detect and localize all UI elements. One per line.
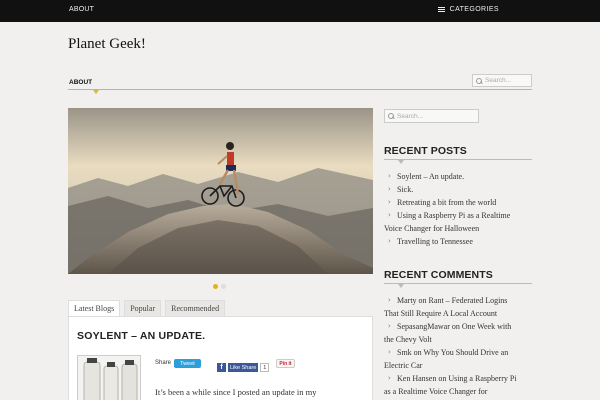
tweet-button[interactable]: Tweet	[174, 359, 201, 368]
recent-post-link[interactable]: › Travelling to Tennessee	[384, 235, 532, 248]
post-tabs: Latest Blogs Popular Recommended	[68, 300, 226, 316]
recent-comments-title: RECENT COMMENTS	[384, 269, 493, 281]
recent-post-link[interactable]: › Sick.	[384, 183, 532, 196]
recent-post-link-text: Soylent – An update.	[397, 172, 465, 181]
sidebar-search-input[interactable]: Search...	[384, 109, 479, 123]
recent-post-link-text: Retreating a bit from the world	[397, 198, 497, 207]
recent-post-link-text: Voice Changer for Halloween	[384, 224, 480, 233]
recent-comment-link[interactable]: › Smk on Why You Should Drive an	[384, 346, 532, 359]
categories-label: CATEGORIES	[449, 6, 499, 13]
recent-comment-link[interactable]: › Ken Hansen on Using a Raspberry Pi	[384, 372, 532, 385]
chevron-right-icon: ›	[388, 348, 391, 356]
recent-comment-link[interactable]: ›Electric Car	[384, 359, 532, 372]
facebook-share[interactable]: f Like Share 1	[217, 363, 270, 372]
pinterest-button[interactable]: Pin it	[276, 359, 295, 368]
facebook-count: 1	[260, 363, 270, 372]
chevron-right-icon: ›	[388, 374, 391, 382]
top-bar: ABOUT CATEGORIES	[0, 0, 600, 22]
recent-comment-link-text: That Still Require A Local Account	[384, 309, 498, 318]
sidebar-search-placeholder: Search...	[397, 112, 424, 120]
recent-comment-link-text: Ken Hansen on Using a Raspberry Pi	[397, 374, 517, 383]
recent-comment-link-text: Smk on Why You Should Drive an	[397, 348, 509, 357]
recent-posts-divider	[384, 159, 532, 160]
recent-posts-list: › Soylent – An update. › Sick. › Retreating a…	[384, 170, 532, 248]
post-excerpt: It’s been a while since I posted an upda…	[155, 387, 317, 397]
recent-comment-link[interactable]: ›That Still Require A Local Account	[384, 307, 532, 320]
slider-dots	[213, 284, 226, 289]
tab-popular[interactable]: Popular	[124, 300, 162, 316]
slider-dot-2[interactable]	[221, 284, 226, 289]
recent-comment-link-text: the Chevy Volt	[384, 335, 432, 344]
recent-post-link-text: Travelling to Tennessee	[397, 237, 473, 246]
recent-post-link[interactable]: › Retreating a bit from the world	[384, 196, 532, 209]
site-title[interactable]: Planet Geek!	[68, 36, 146, 53]
recent-comments-indicator	[398, 284, 404, 288]
search-icon	[476, 77, 482, 84]
search-icon	[388, 113, 394, 119]
chevron-right-icon: ›	[388, 211, 391, 219]
chevron-right-icon: ›	[388, 185, 391, 193]
tab-recommended[interactable]: Recommended	[165, 300, 226, 316]
nav-item-about[interactable]: ABOUT	[69, 79, 92, 86]
nav-active-indicator	[93, 90, 99, 94]
tab-latest-blogs[interactable]: Latest Blogs	[68, 300, 121, 316]
recent-posts-title: RECENT POSTS	[384, 145, 467, 157]
recent-comment-link[interactable]: ›the Chevy Volt	[384, 333, 532, 346]
chevron-right-icon: ›	[388, 322, 391, 330]
nav-divider	[68, 89, 532, 90]
featured-slider-image[interactable]	[68, 108, 373, 274]
share-label: Share	[155, 360, 172, 366]
post-title[interactable]: SOYLENT – AN UPDATE.	[77, 330, 205, 342]
nav-search-input[interactable]: Search...	[472, 74, 532, 87]
recent-comment-link-text: Electric Car	[384, 361, 423, 370]
chevron-right-icon: ›	[388, 296, 391, 304]
recent-comment-link-text: Marty on Rant – Federated Logins	[397, 296, 508, 305]
chevron-right-icon: ›	[388, 198, 391, 206]
top-about-link[interactable]: ABOUT	[69, 6, 94, 13]
recent-post-link[interactable]: ›Voice Changer for Halloween	[384, 222, 532, 235]
mountain-cyclist-image	[68, 108, 373, 274]
post-thumbnail[interactable]	[77, 355, 141, 400]
bottles-image	[78, 356, 140, 400]
slider-dot-1[interactable]	[213, 284, 218, 289]
categories-menu[interactable]: CATEGORIES	[437, 6, 499, 13]
recent-post-link-text: Sick.	[397, 185, 414, 194]
recent-posts-indicator	[398, 160, 404, 164]
chevron-right-icon: ›	[388, 172, 391, 180]
recent-post-link[interactable]: › Soylent – An update.	[384, 170, 532, 183]
recent-comments-divider	[384, 283, 532, 284]
recent-comment-link-text: as a Realtime Voice Changer for	[384, 387, 488, 396]
recent-comment-link-text: SepasangMawar on One Week with	[397, 322, 512, 331]
recent-comments-list: ›Marty on Rant – Federated Logins›That S…	[384, 294, 532, 398]
facebook-icon: f	[217, 363, 226, 372]
nav-search-placeholder: Search...	[485, 77, 512, 84]
recent-comment-link[interactable]: › Marty on Rant – Federated Logins	[384, 294, 532, 307]
chevron-right-icon: ›	[388, 237, 391, 245]
recent-comment-link[interactable]: ›as a Realtime Voice Changer for	[384, 385, 532, 398]
recent-post-link[interactable]: › Using a Raspberry Pi as a Realtime	[384, 209, 532, 222]
menu-icon	[437, 6, 445, 13]
facebook-like-share-button[interactable]: Like Share	[228, 363, 259, 372]
recent-comment-link[interactable]: › SepasangMawar on One Week with	[384, 320, 532, 333]
recent-post-link-text: Using a Raspberry Pi as a Realtime	[397, 211, 511, 220]
